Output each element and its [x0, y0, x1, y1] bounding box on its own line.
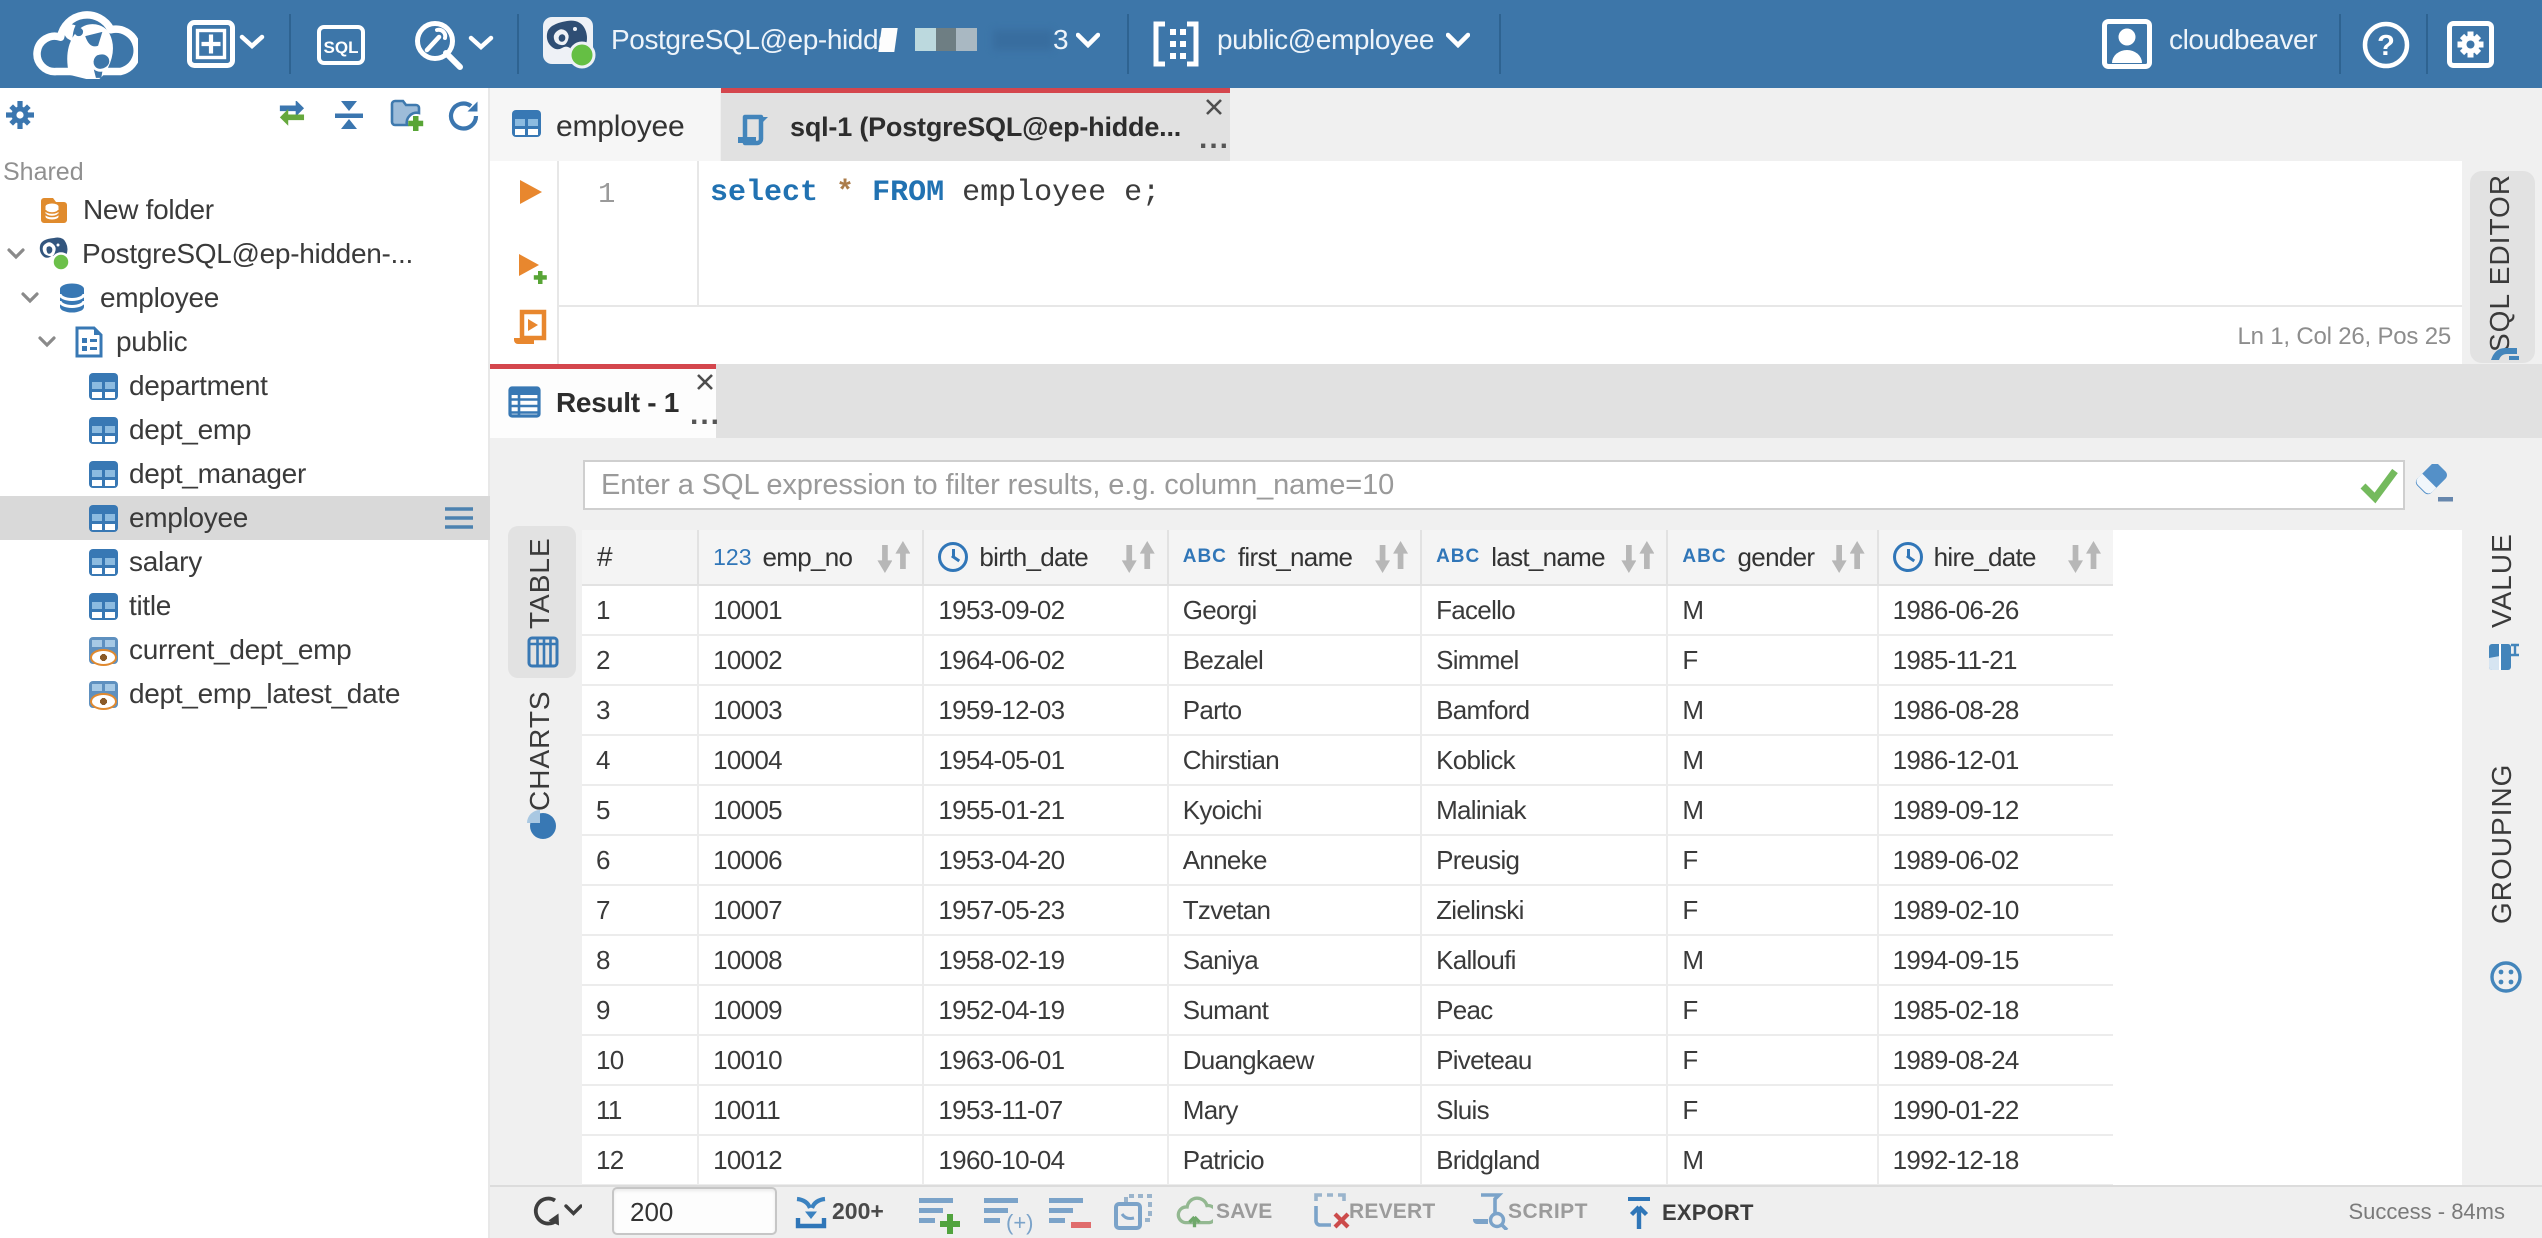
svg-text:(+): (+) — [1006, 1210, 1034, 1235]
svg-text:?: ? — [2377, 30, 2395, 62]
svg-text:SQL: SQL — [324, 38, 359, 57]
